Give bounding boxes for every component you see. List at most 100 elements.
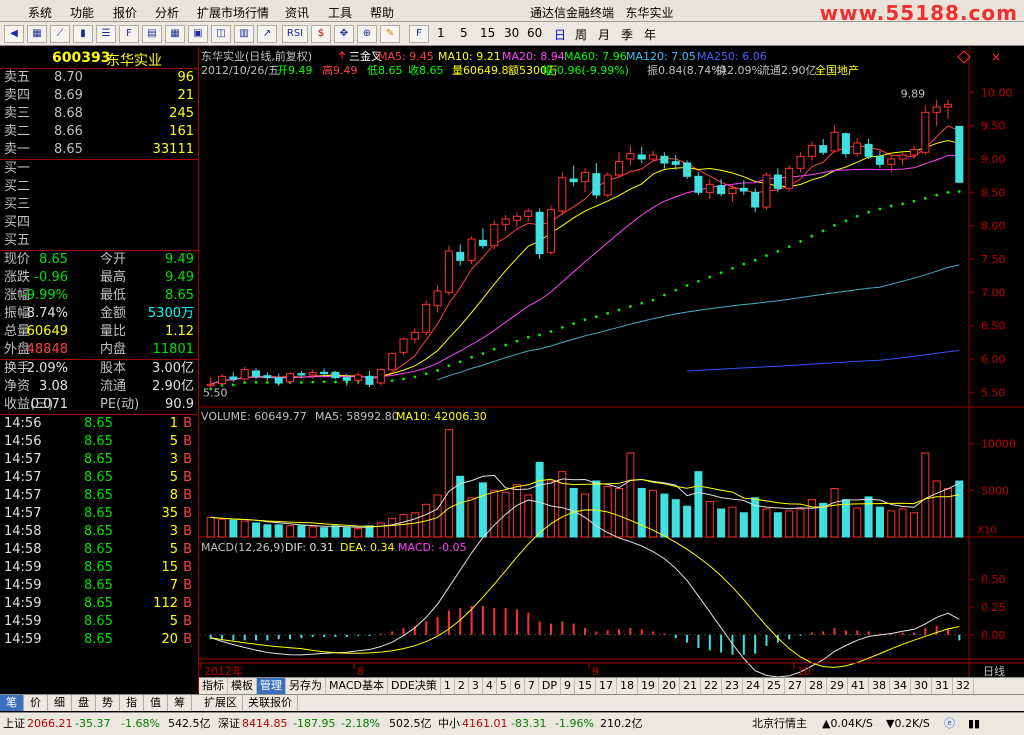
bid-row[interactable]: 买五 [0,232,198,250]
left-tab[interactable]: 指 [120,695,144,711]
indicator-tab[interactable]: 3 [469,678,483,694]
indicator-tab[interactable]: DP [539,678,561,694]
left-tab[interactable]: 筹 [168,695,192,711]
ask-row[interactable]: 卖三 8.68 245 [0,105,198,123]
period-week[interactable]: 周 [575,26,587,43]
bid-row[interactable]: 买四 [0,214,198,232]
menu-system[interactable]: 系统 [28,4,52,21]
indicator-tab[interactable]: 34 [890,678,911,694]
ask-row[interactable]: 卖二 8.66 161 [0,123,198,141]
menu-tools[interactable]: 工具 [328,4,352,21]
bid-row[interactable]: 买一 [0,160,198,178]
indicator-tab[interactable]: 30 [911,678,932,694]
indicator-tab[interactable]: 管理 [257,678,286,694]
menu-quote[interactable]: 报价 [113,4,137,21]
indicator-tab[interactable]: 1 [441,678,455,694]
left-tab[interactable]: 笔 [0,695,24,711]
dollar-icon[interactable]: $ [311,25,331,43]
indicator-tab[interactable]: 5 [497,678,511,694]
ext-tab[interactable]: 关联报价 [243,695,298,711]
period-15min[interactable]: 15 [480,26,495,40]
grid-icon[interactable]: ▦ [27,25,47,43]
indicator-tab[interactable]: 38 [869,678,890,694]
left-tab[interactable]: 细 [48,695,72,711]
period-30min[interactable]: 30 [504,26,519,40]
indicator-tab[interactable]: 6 [511,678,525,694]
move-icon[interactable]: ✥ [334,25,354,43]
indicator-tab[interactable]: 32 [953,678,974,694]
indicator-tab[interactable]: 25 [764,678,785,694]
period-60min[interactable]: 60 [527,26,542,40]
candle-body [308,371,317,376]
indicator-tab[interactable]: 模板 [228,678,257,694]
zoom-in-icon[interactable]: ⊕ [357,25,377,43]
indicator-tab[interactable]: 22 [701,678,722,694]
left-tab[interactable]: 价 [24,695,48,711]
indicator-tab[interactable]: 28 [806,678,827,694]
menu-analysis[interactable]: 分析 [155,4,179,21]
indicator-tab[interactable]: 指标 [199,678,228,694]
indicator-tab[interactable]: 19 [638,678,659,694]
bid-row[interactable]: 买二 [0,178,198,196]
ext-tab[interactable]: 扩展区 [199,695,243,711]
period-5min[interactable]: 5 [460,26,468,40]
list-icon[interactable]: ☰ [96,25,116,43]
indicator-tab[interactable]: 另存为 [286,678,326,694]
indicator-tab[interactable]: 21 [680,678,701,694]
indicator-tab[interactable]: 41 [848,678,869,694]
indicator-tab[interactable]: MACD基本 [326,678,388,694]
ask-row[interactable]: 卖五 8.70 96 [0,69,198,87]
stat-value: 8.65 [39,252,68,267]
ma20-label: MA20: 8.94 [502,50,565,63]
menu-news[interactable]: 资讯 [285,4,309,21]
f5-icon[interactable]: F [409,25,429,43]
bar-icon[interactable]: ▥ [234,25,254,43]
indicator-tab[interactable]: 4 [483,678,497,694]
trend-icon[interactable]: ↗ [257,25,277,43]
period-season[interactable]: 季 [621,26,633,43]
window-icon[interactable]: ▣ [188,25,208,43]
left-tab[interactable]: 值 [144,695,168,711]
f10-icon[interactable]: F [119,25,139,43]
table-icon[interactable]: ▦ [165,25,185,43]
candle-icon[interactable]: ▮ [73,25,93,43]
bid-row[interactable]: 买三 [0,196,198,214]
ask-row[interactable]: 卖四 8.69 21 [0,87,198,105]
pencil-icon[interactable]: ✎ [380,25,400,43]
kline-chart[interactable]: 东华实业(日线,前复权) 三金叉MA5: 9.45 MA10: 9.21 MA20: … [199,47,1024,693]
indicator-tab[interactable]: 17 [596,678,617,694]
price-tick-label: 8.00 [981,220,1006,233]
left-tab[interactable]: 势 [96,695,120,711]
indicator-tab[interactable]: 31 [932,678,953,694]
indicator-tab[interactable]: 27 [785,678,806,694]
indicator-tab[interactable]: 20 [659,678,680,694]
indicator-tab[interactable]: 18 [617,678,638,694]
indicator-tab[interactable]: 7 [525,678,539,694]
menu-extended-market[interactable]: 扩展市场行情 [197,4,269,21]
browser-icon[interactable]: ⓔ [944,713,955,735]
back-icon[interactable]: ◀ [4,25,24,43]
menu-function[interactable]: 功能 [70,4,94,21]
close-icon[interactable]: × [991,50,1001,64]
left-tab[interactable]: 盘 [72,695,96,711]
line-chart-icon[interactable]: ⟋ [50,25,70,43]
indicator-tab[interactable]: 24 [743,678,764,694]
period-day[interactable]: 日 [554,26,566,43]
rsi-button[interactable]: RSI [282,25,308,43]
menu-help[interactable]: 帮助 [370,4,394,21]
candle-body [932,106,941,113]
ask-row[interactable]: 卖一 8.65 33111 [0,141,198,159]
stat-value: 2.90亿 [152,379,194,394]
period-1min[interactable]: 1 [437,26,445,40]
indicator-tab[interactable]: 9 [561,678,575,694]
indicator-tab[interactable]: 15 [575,678,596,694]
indicator-tab[interactable]: DDE决策 [388,678,441,694]
doc-icon[interactable]: ▤ [142,25,162,43]
server-name[interactable]: 北京行情主 [752,713,807,735]
period-month[interactable]: 月 [598,26,610,43]
period-year[interactable]: 年 [644,26,656,43]
indicator-tab[interactable]: 29 [827,678,848,694]
indicator-tab[interactable]: 2 [455,678,469,694]
indicator-tab[interactable]: 23 [722,678,743,694]
split-icon[interactable]: ◫ [211,25,231,43]
